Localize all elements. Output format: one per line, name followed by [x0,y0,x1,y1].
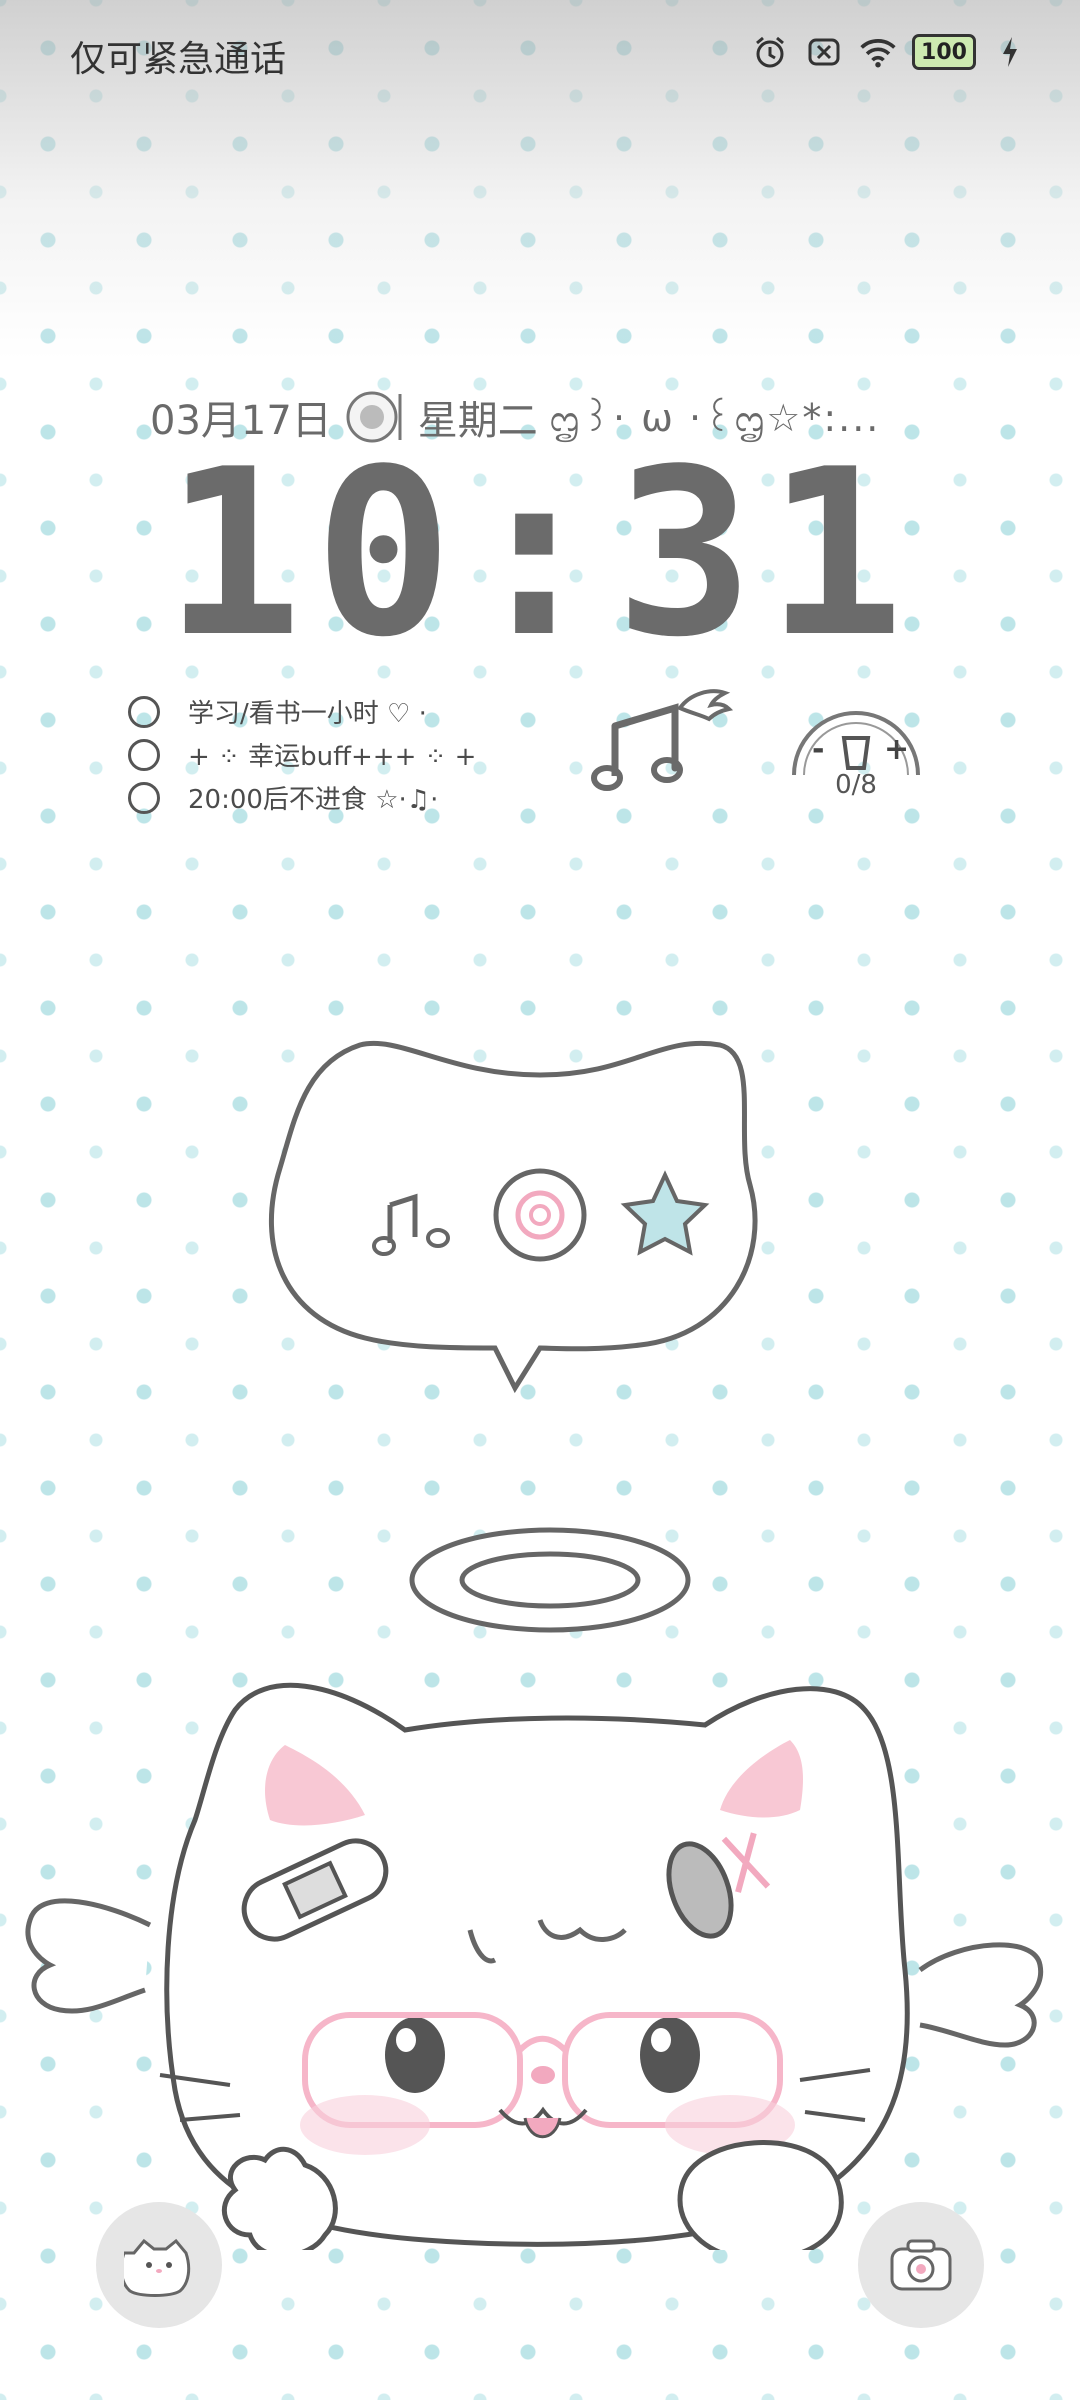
music-note-wing-icon [591,689,734,791]
status-bar: 仅可紧急通话 100 [0,0,1080,110]
sim-disabled-icon [804,32,844,72]
todo-checkbox[interactable] [128,738,160,771]
wifi-icon [858,32,898,72]
todo-label: 20:00后不进食 ☆·♫· [188,785,439,815]
todo-label: + ⁘ 幸运buff+++ ⁘ + [188,742,477,772]
water-plus-button[interactable]: + [884,732,909,767]
lockscreen-clock: 10:31 [163,421,917,688]
status-icons: 100 [750,32,1030,72]
todo-widget[interactable]: 学习/看书一小时 ♡ · + ⁘ 幸运buff+++ ⁘ + 20:00后不进食… [128,690,476,819]
alarm-icon [750,32,790,72]
music-widget[interactable] [585,686,740,801]
todo-checkbox[interactable] [128,695,160,728]
water-count: 0/8 [835,770,877,800]
camera-icon [890,2239,952,2291]
battery-indicator: 100 [912,34,976,70]
todo-item[interactable]: 学习/看书一小时 ♡ · [128,690,476,733]
todo-item[interactable]: 20:00后不进食 ☆·♫· [128,776,476,819]
camera-shortcut-button[interactable] [858,2202,984,2328]
carrier-text: 仅可紧急通话 [70,39,287,80]
wallpaper-illustration [0,1010,1080,2263]
todo-checkbox[interactable] [128,781,160,814]
cat-face-icon [124,2238,191,2297]
left-shortcut-button[interactable] [96,2202,222,2328]
water-minus-button[interactable]: - [812,732,824,767]
water-widget[interactable]: - + 0/8 [786,690,926,805]
todo-label: 学习/看书一小时 ♡ · [188,699,427,729]
charging-icon [990,32,1030,72]
todo-item[interactable]: + ⁘ 幸运buff+++ ⁘ + [128,733,476,776]
